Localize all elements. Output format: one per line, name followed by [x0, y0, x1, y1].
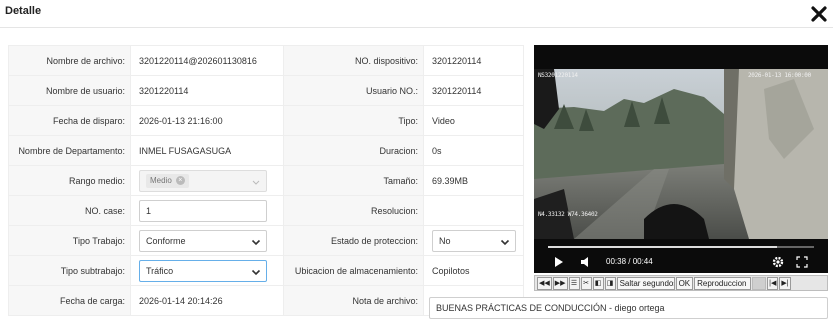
osd-gps: N4.33132 W74.36402: [538, 211, 598, 218]
chevron-down-icon: [251, 269, 261, 275]
cell-tipo-trabajo: Conforme: [130, 225, 284, 256]
close-x-icon[interactable]: [811, 6, 827, 22]
value-ubicacion: Copilotos: [423, 255, 524, 286]
value-departamento: INMEL FUSAGASUGA: [130, 135, 284, 166]
osd-timestamp: 2026-01-13 16:00:00: [748, 72, 811, 79]
value-tipo: Video: [423, 105, 524, 136]
frame-back-icon[interactable]: ◧: [592, 276, 604, 290]
label-no-case: NO. case:: [8, 195, 131, 226]
skip-end-icon[interactable]: ▶|: [779, 276, 791, 290]
nota-archivo-input[interactable]: BUENAS PRÁCTICAS DE CONDUCCIÓN - diego o…: [429, 297, 828, 319]
cell-tipo-subtrabajo: Tráfico: [130, 255, 284, 286]
label-estado-proteccion: Estado de proteccion:: [283, 225, 424, 256]
value-fecha-disparo: 2026-01-13 21:16:00: [130, 105, 284, 136]
chevron-down-icon: [500, 239, 510, 245]
label-duracion: Duracion:: [283, 135, 424, 166]
playback-toolbar: ◀◀ ▶▶ ☰ ✂ ◧ ◨ Saltar segundos OK Reprodu…: [534, 275, 828, 291]
label-tipo: Tipo:: [283, 105, 424, 136]
skip-start-icon[interactable]: |◀: [767, 276, 779, 290]
dialog-header: Detalle: [0, 0, 833, 28]
value-nombre-archivo: 3201220114@202601130816: [130, 45, 284, 76]
value-tamano: 69.39MB: [423, 165, 524, 196]
detail-form: Nombre de archivo: 3201220114@2026011308…: [8, 45, 524, 316]
label-nombre-usuario: Nombre de usuario:: [8, 75, 131, 106]
reproduccion-button[interactable]: Reproduccion: [694, 276, 752, 290]
rango-medio-tag: Medio ×: [146, 173, 189, 188]
seek-progress: [548, 246, 777, 248]
label-resolucion: Resolucion:: [283, 195, 424, 226]
value-resolucion: [423, 195, 524, 226]
dialog-title: Detalle: [5, 5, 42, 17]
scissors-icon[interactable]: ✂: [580, 276, 592, 290]
label-fecha-carga: Fecha de carga:: [8, 285, 131, 316]
cell-no-case: 1: [130, 195, 284, 226]
chevron-down-icon: [252, 180, 260, 185]
value-usuario-no: 3201220114: [423, 75, 524, 106]
chevron-down-icon: [251, 239, 261, 245]
cell-rango-medio: Medio ×: [130, 165, 284, 196]
rewind-icon[interactable]: ◀◀: [537, 276, 552, 290]
estado-proteccion-select[interactable]: No: [432, 229, 516, 252]
ok-button[interactable]: OK: [675, 276, 694, 290]
spacer-button: [752, 276, 767, 290]
label-tamano: Tamaño:: [283, 165, 424, 196]
label-usuario-no: Usuario NO.:: [283, 75, 424, 106]
tipo-trabajo-select[interactable]: Conforme: [139, 229, 267, 252]
tipo-subtrabajo-value: Tráfico: [146, 265, 174, 276]
value-fecha-carga: 2026-01-14 20:14:26: [130, 285, 284, 316]
fast-forward-icon[interactable]: ▶▶: [552, 276, 568, 290]
list-icon[interactable]: ☰: [568, 276, 580, 290]
label-tipo-subtrabajo: Tipo subtrabajo:: [8, 255, 131, 286]
label-nota-archivo: Nota de archivo:: [283, 285, 424, 316]
video-player[interactable]: NS3201220114 2026-01-13 16:00:00 N4.3313…: [534, 45, 828, 273]
value-nombre-usuario: 3201220114: [130, 75, 284, 106]
play-icon[interactable]: [554, 257, 564, 267]
cell-estado-proteccion: No: [423, 225, 524, 256]
value-duracion: 0s: [423, 135, 524, 166]
label-nombre-archivo: Nombre de archivo:: [8, 45, 131, 76]
rango-medio-select: Medio ×: [139, 169, 267, 192]
label-tipo-trabajo: Tipo Trabajo:: [8, 225, 131, 256]
label-rango-medio: Rango medio:: [8, 165, 131, 196]
time-display: 00:38 / 00:44: [606, 257, 653, 266]
label-ubicacion: Ubicacion de almacenamiento:: [283, 255, 424, 286]
estado-proteccion-value: No: [439, 235, 451, 246]
label-departamento: Nombre de Departamento:: [8, 135, 131, 166]
tipo-subtrabajo-select[interactable]: Tráfico: [139, 259, 267, 282]
frame-forward-icon[interactable]: ◨: [604, 276, 616, 290]
saltar-segundos-input[interactable]: Saltar segundos: [616, 276, 675, 290]
value-no-dispositivo: 3201220114: [423, 45, 524, 76]
rango-medio-tag-label: Medio: [150, 176, 172, 185]
volume-icon[interactable]: [580, 257, 590, 267]
tag-remove-icon: ×: [175, 176, 185, 185]
nota-archivo-value: BUENAS PRÁCTICAS DE CONDUCCIÓN - diego o…: [436, 303, 665, 313]
tipo-trabajo-value: Conforme: [146, 235, 186, 246]
gear-icon[interactable]: [772, 256, 784, 268]
label-fecha-disparo: Fecha de disparo:: [8, 105, 131, 136]
fullscreen-icon[interactable]: [796, 256, 808, 268]
no-case-value: 1: [146, 205, 152, 216]
no-case-input[interactable]: 1: [139, 199, 267, 222]
seek-bar[interactable]: [548, 246, 814, 248]
osd-device-id: NS3201220114: [538, 72, 578, 79]
label-no-dispositivo: NO. dispositivo:: [283, 45, 424, 76]
